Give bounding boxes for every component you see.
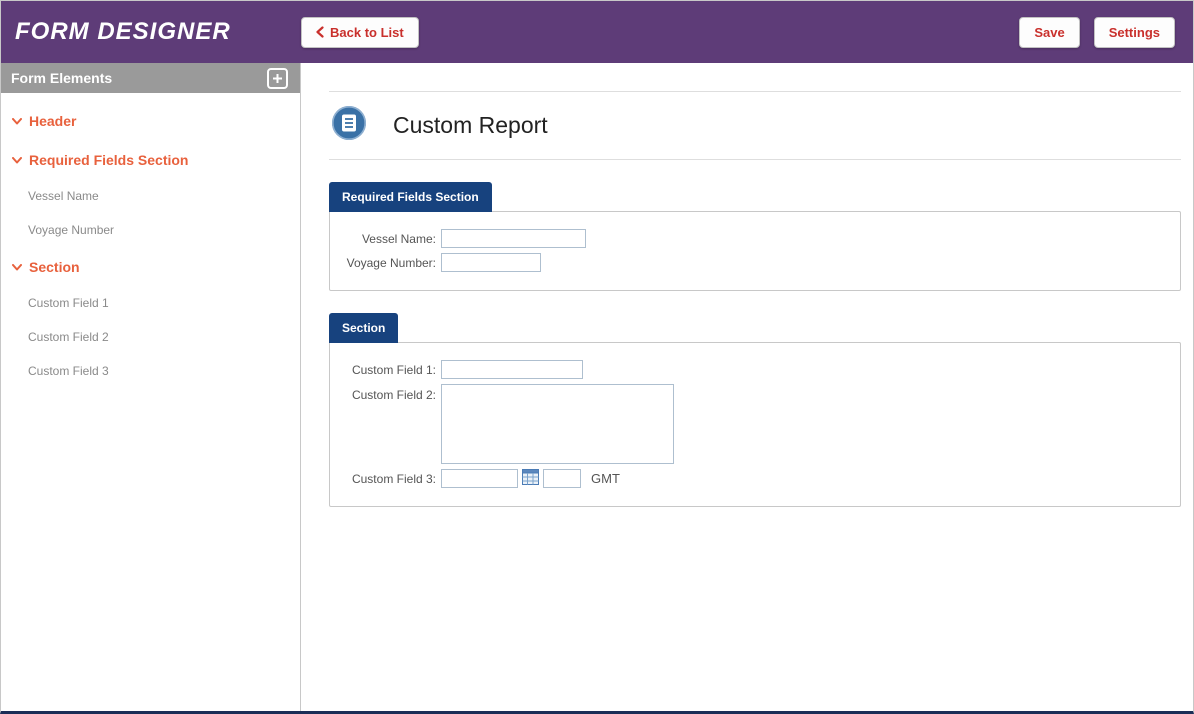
section-panel: Custom Field 1: Custom Field 2: Custom F… bbox=[329, 342, 1181, 507]
field-row-custom-field-1: Custom Field 1: bbox=[341, 360, 1166, 379]
settings-button[interactable]: Settings bbox=[1094, 17, 1175, 48]
tree-group-label: Header bbox=[29, 113, 76, 129]
section-tab-required-fields[interactable]: Required Fields Section bbox=[329, 182, 492, 212]
timezone-suffix-label: GMT bbox=[591, 471, 620, 486]
section-tab-custom[interactable]: Section bbox=[329, 313, 398, 343]
back-to-list-label: Back to List bbox=[330, 25, 404, 40]
report-header: Custom Report bbox=[329, 91, 1181, 160]
save-button[interactable]: Save bbox=[1019, 17, 1079, 48]
field-row-custom-field-3: Custom Field 3: bbox=[341, 469, 1166, 488]
custom-field-3-time-input[interactable] bbox=[543, 469, 581, 488]
sidebar-title: Form Elements bbox=[11, 70, 112, 86]
voyage-number-input[interactable] bbox=[441, 253, 541, 272]
app-title: FORM DESIGNER bbox=[1, 18, 301, 46]
tree-group-label: Required Fields Section bbox=[29, 152, 188, 168]
custom-field-2-textarea[interactable] bbox=[441, 384, 674, 464]
chevron-down-icon bbox=[12, 157, 22, 164]
tree-group-header[interactable]: Header bbox=[1, 101, 300, 140]
tree-item-voyage-number[interactable]: Voyage Number bbox=[1, 213, 300, 247]
field-row-custom-field-2: Custom Field 2: bbox=[341, 384, 1166, 464]
chevron-left-icon bbox=[316, 26, 324, 38]
form-canvas: Custom Report Required Fields Section Ve… bbox=[301, 63, 1193, 711]
custom-field-1-input[interactable] bbox=[441, 360, 583, 379]
section-panel: Vessel Name: Voyage Number: bbox=[329, 211, 1181, 291]
tree-item-custom-field-3[interactable]: Custom Field 3 bbox=[1, 354, 300, 388]
add-element-button[interactable] bbox=[267, 68, 288, 89]
plus-icon bbox=[272, 73, 283, 84]
chevron-down-icon bbox=[12, 118, 22, 125]
tree-group-required-fields-section[interactable]: Required Fields Section bbox=[1, 140, 300, 179]
vessel-name-input[interactable] bbox=[441, 229, 586, 248]
tree-group-label: Section bbox=[29, 259, 80, 275]
top-bar: FORM DESIGNER Back to List Save Settings bbox=[1, 1, 1193, 63]
tree-item-custom-field-1[interactable]: Custom Field 1 bbox=[1, 286, 300, 320]
field-row-vessel-name: Vessel Name: bbox=[341, 229, 1166, 248]
calendar-picker-button[interactable] bbox=[522, 469, 539, 488]
voyage-number-label: Voyage Number: bbox=[341, 256, 436, 270]
custom-field-3-date-input[interactable] bbox=[441, 469, 518, 488]
custom-field-2-label: Custom Field 2: bbox=[341, 384, 436, 402]
custom-field-3-label: Custom Field 3: bbox=[341, 472, 436, 486]
chevron-down-icon bbox=[12, 264, 22, 271]
tree-item-vessel-name[interactable]: Vessel Name bbox=[1, 179, 300, 213]
custom-field-1-label: Custom Field 1: bbox=[341, 363, 436, 377]
calendar-icon bbox=[522, 469, 539, 488]
report-title: Custom Report bbox=[393, 112, 548, 139]
form-section-custom: Section Custom Field 1: Custom Field 2: … bbox=[329, 313, 1181, 507]
topbar-actions: Save Settings bbox=[1019, 17, 1193, 48]
tree-group-section[interactable]: Section bbox=[1, 247, 300, 286]
sidebar: Form Elements Header Required Fields Sec… bbox=[1, 63, 301, 711]
field-row-voyage-number: Voyage Number: bbox=[341, 253, 1166, 272]
element-tree: Header Required Fields Section Vessel Na… bbox=[1, 93, 300, 396]
tree-item-custom-field-2[interactable]: Custom Field 2 bbox=[1, 320, 300, 354]
sidebar-header: Form Elements bbox=[1, 63, 300, 93]
back-to-list-button[interactable]: Back to List bbox=[301, 17, 419, 48]
report-icon bbox=[331, 105, 367, 146]
form-section-required-fields: Required Fields Section Vessel Name: Voy… bbox=[329, 182, 1181, 291]
datetime-group: GMT bbox=[441, 469, 620, 488]
vessel-name-label: Vessel Name: bbox=[341, 232, 436, 246]
